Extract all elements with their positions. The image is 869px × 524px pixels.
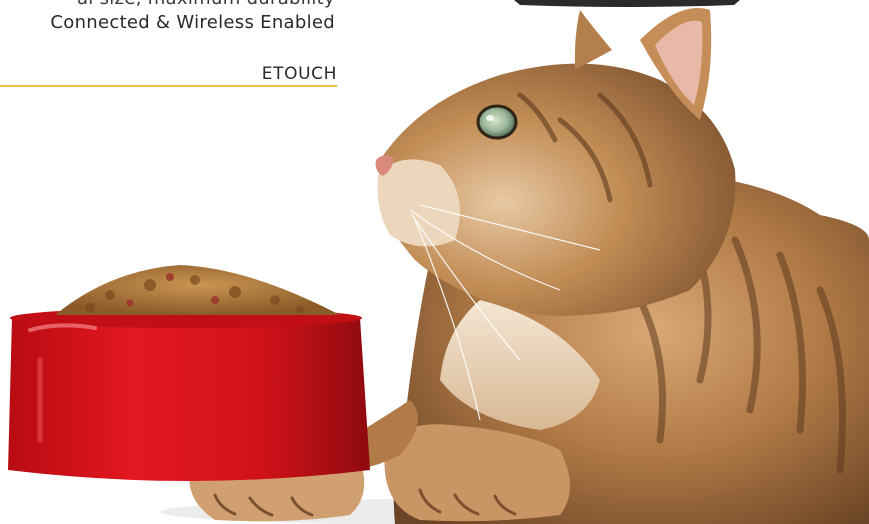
feature-line-connectivity: Connected & Wireless Enabled	[50, 12, 335, 33]
page: al size, maximum durability Connected & …	[0, 0, 869, 524]
product-photo	[0, 0, 869, 524]
brand-label: ETOUCH	[261, 64, 337, 84]
feature-line-partial: al size, maximum durability	[77, 0, 335, 9]
brand-underline	[0, 85, 337, 87]
